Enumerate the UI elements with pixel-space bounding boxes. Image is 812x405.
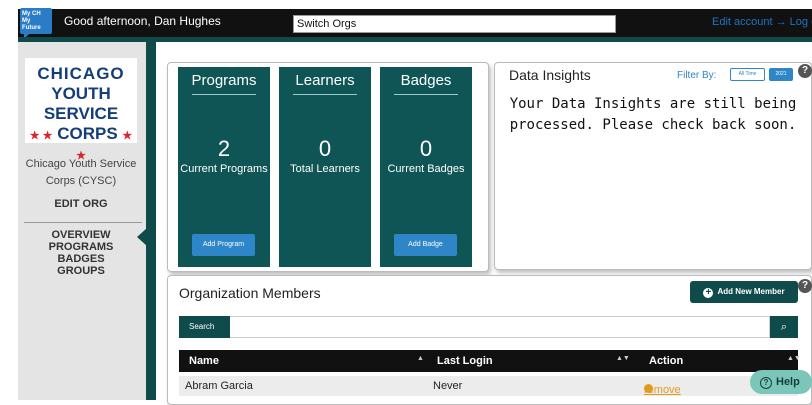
help-label: Help <box>776 376 800 388</box>
nav-item-programs[interactable]: PROGRAMS <box>22 241 140 253</box>
learners-stat: Learners 0 Total Learners <box>279 67 371 267</box>
question-icon: ? <box>760 377 772 389</box>
table-header: Name ▲ Last Login ▲▼ Action ▲▼ <box>179 350 801 372</box>
nav-item-badges[interactable]: BADGES <box>22 253 140 265</box>
search-icon[interactable]: ⌕ <box>770 316 798 338</box>
plus-icon: + <box>703 288 714 298</box>
org-logo: CHICAGO YOUTH SERVICE ★ ★ CORPS ★ ★ <box>25 58 137 162</box>
edit-org-link[interactable]: EDIT ORG <box>22 198 140 210</box>
active-nav-indicator <box>137 228 147 246</box>
add-member-label: Add New Member <box>717 287 785 296</box>
search-label: Search <box>179 316 230 338</box>
add-program-button[interactable]: Add Program <box>192 234 255 256</box>
account-links: Edit account → Log out <box>712 16 812 28</box>
sort-icon[interactable]: ▲▼ <box>616 355 630 362</box>
edit-account-link[interactable]: Edit account <box>712 16 773 28</box>
badges-count: 0 <box>419 136 433 161</box>
insights-message: Your Data Insights are still being proce… <box>509 96 797 133</box>
filter-2021-button[interactable]: 2021 <box>769 68 793 81</box>
switch-orgs-select[interactable]: Switch Orgs <box>293 15 616 33</box>
programs-stat: Programs 2 Current Programs Add Program <box>178 67 270 267</box>
sort-up-icon[interactable]: ▲ <box>417 355 424 362</box>
column-header-name[interactable]: Name <box>189 355 219 367</box>
add-badge-button[interactable]: Add Badge <box>394 234 457 256</box>
members-title: Organization Members <box>179 285 321 301</box>
badges-title: Badges <box>400 72 452 89</box>
filter-by-label: Filter By: <box>677 70 717 81</box>
programs-title: Programs <box>191 72 257 89</box>
logout-icon: → <box>775 16 787 28</box>
search-input[interactable] <box>230 316 770 338</box>
org-logo-corps: CORPS <box>57 124 118 143</box>
filter-all-time-button[interactable]: All Time <box>730 68 765 81</box>
add-new-member-button[interactable]: + Add New Member <box>690 281 798 303</box>
nav-item-overview[interactable]: OVERVIEW <box>22 229 140 241</box>
learners-count: 0 <box>318 136 332 161</box>
help-icon[interactable]: ? <box>798 279 812 293</box>
remove-link[interactable]: remove <box>644 384 681 396</box>
logout-link[interactable]: Log out <box>790 16 812 28</box>
badges-stat: Badges 0 Current Badges Add Badge <box>380 67 472 267</box>
org-logo-line2: YOUTH SERVICE <box>43 84 119 123</box>
table-row: Abram Garcia Never remove <box>179 376 798 396</box>
member-last-login: Never <box>433 380 463 392</box>
learners-label: Total Learners <box>290 163 360 175</box>
help-icon[interactable]: ? <box>798 64 812 78</box>
learners-title: Learners <box>295 72 355 89</box>
column-header-last-login[interactable]: Last Login <box>437 355 493 367</box>
column-header-action[interactable]: Action <box>649 355 683 367</box>
greeting-text: Good afternoon, Dan Hughes <box>64 14 221 28</box>
programs-count: 2 <box>217 136 231 161</box>
star-icon: ★ ★ <box>29 130 53 142</box>
badges-label: Current Badges <box>387 163 465 175</box>
app-logo[interactable]: My CH My Future <box>20 8 52 39</box>
help-button[interactable]: ? Help <box>750 370 812 394</box>
sort-icon[interactable]: ▲▼ <box>787 355 801 362</box>
sidebar-nav: OVERVIEW PROGRAMS BADGES GROUPS <box>22 229 140 277</box>
member-name: Abram Garcia <box>185 380 253 392</box>
divider <box>192 94 256 95</box>
nav-divider <box>24 222 142 223</box>
nav-item-groups[interactable]: GROUPS <box>22 265 140 277</box>
divider <box>293 94 357 95</box>
data-insights-title: Data Insights <box>509 67 591 83</box>
org-logo-line1: CHICAGO <box>37 64 125 83</box>
programs-label: Current Programs <box>180 163 268 175</box>
divider <box>394 94 458 95</box>
sidebar-rail <box>146 42 156 400</box>
org-name: Chicago Youth Service Corps (CYSC) <box>25 158 137 187</box>
